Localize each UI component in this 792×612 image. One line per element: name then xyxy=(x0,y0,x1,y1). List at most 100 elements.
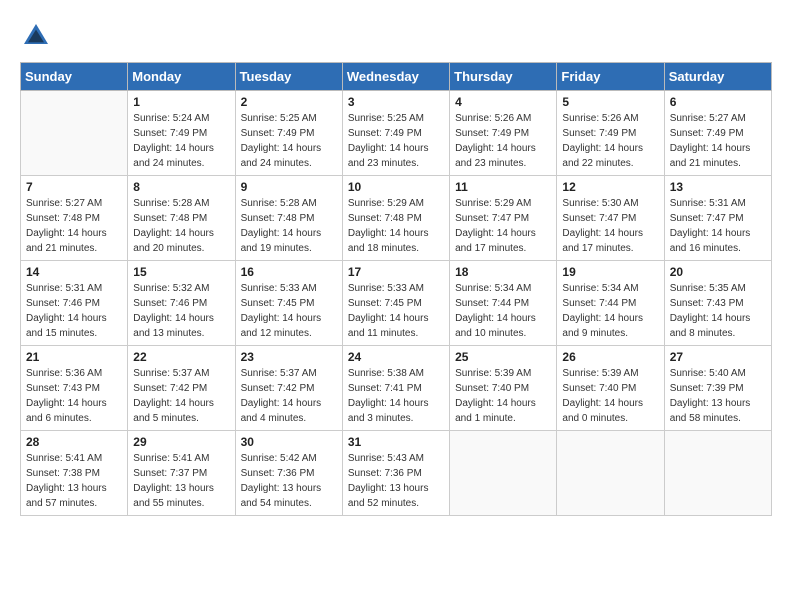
day-info: Sunrise: 5:32 AM Sunset: 7:46 PM Dayligh… xyxy=(133,281,229,341)
calendar-day-cell: 1 Sunrise: 5:24 AM Sunset: 7:49 PM Daylig… xyxy=(128,91,235,176)
day-number: 13 xyxy=(670,180,766,194)
calendar-day-cell xyxy=(557,431,664,516)
day-info: Sunrise: 5:29 AM Sunset: 7:48 PM Dayligh… xyxy=(348,196,444,256)
logo xyxy=(20,20,56,52)
calendar-day-cell: 12 Sunrise: 5:30 AM Sunset: 7:47 PM Dayli… xyxy=(557,176,664,261)
day-number: 27 xyxy=(670,350,766,364)
day-number: 19 xyxy=(562,265,658,279)
weekday-header-saturday: Saturday xyxy=(664,63,771,91)
calendar-day-cell: 9 Sunrise: 5:28 AM Sunset: 7:48 PM Daylig… xyxy=(235,176,342,261)
logo-icon xyxy=(20,20,52,52)
day-number: 22 xyxy=(133,350,229,364)
day-info: Sunrise: 5:39 AM Sunset: 7:40 PM Dayligh… xyxy=(562,366,658,426)
calendar-day-cell: 17 Sunrise: 5:33 AM Sunset: 7:45 PM Dayli… xyxy=(342,261,449,346)
day-info: Sunrise: 5:33 AM Sunset: 7:45 PM Dayligh… xyxy=(348,281,444,341)
day-number: 7 xyxy=(26,180,122,194)
day-info: Sunrise: 5:26 AM Sunset: 7:49 PM Dayligh… xyxy=(455,111,551,171)
calendar-day-cell: 16 Sunrise: 5:33 AM Sunset: 7:45 PM Dayli… xyxy=(235,261,342,346)
day-info: Sunrise: 5:31 AM Sunset: 7:46 PM Dayligh… xyxy=(26,281,122,341)
day-number: 23 xyxy=(241,350,337,364)
calendar-table: SundayMondayTuesdayWednesdayThursdayFrid… xyxy=(20,62,772,516)
day-info: Sunrise: 5:33 AM Sunset: 7:45 PM Dayligh… xyxy=(241,281,337,341)
calendar-day-cell: 30Sunrise: 5:42 AM Sunset: 7:36 PM Dayli… xyxy=(235,431,342,516)
day-number: 25 xyxy=(455,350,551,364)
day-number: 17 xyxy=(348,265,444,279)
calendar-day-cell: 14 Sunrise: 5:31 AM Sunset: 7:46 PM Dayli… xyxy=(21,261,128,346)
calendar-day-cell: 7 Sunrise: 5:27 AM Sunset: 7:48 PM Daylig… xyxy=(21,176,128,261)
day-number: 31 xyxy=(348,435,444,449)
calendar-day-cell: 3Sunrise: 5:25 AM Sunset: 7:49 PM Daylig… xyxy=(342,91,449,176)
page-header xyxy=(20,20,772,52)
day-info: Sunrise: 5:34 AM Sunset: 7:44 PM Dayligh… xyxy=(562,281,658,341)
calendar-day-cell: 25 Sunrise: 5:39 AM Sunset: 7:40 PM Dayli… xyxy=(450,346,557,431)
calendar-day-cell: 27 Sunrise: 5:40 AM Sunset: 7:39 PM Dayli… xyxy=(664,346,771,431)
day-info: Sunrise: 5:35 AM Sunset: 7:43 PM Dayligh… xyxy=(670,281,766,341)
calendar-day-cell: 24 Sunrise: 5:38 AM Sunset: 7:41 PM Dayli… xyxy=(342,346,449,431)
weekday-header-tuesday: Tuesday xyxy=(235,63,342,91)
calendar-week-4: 21Sunrise: 5:36 AM Sunset: 7:43 PM Dayli… xyxy=(21,346,772,431)
day-number: 15 xyxy=(133,265,229,279)
calendar-day-cell: 28 Sunrise: 5:41 AM Sunset: 7:38 PM Dayli… xyxy=(21,431,128,516)
day-info: Sunrise: 5:30 AM Sunset: 7:47 PM Dayligh… xyxy=(562,196,658,256)
weekday-header-friday: Friday xyxy=(557,63,664,91)
day-number: 12 xyxy=(562,180,658,194)
day-info: Sunrise: 5:28 AM Sunset: 7:48 PM Dayligh… xyxy=(133,196,229,256)
day-info: Sunrise: 5:26 AM Sunset: 7:49 PM Dayligh… xyxy=(562,111,658,171)
calendar-day-cell: 18 Sunrise: 5:34 AM Sunset: 7:44 PM Dayli… xyxy=(450,261,557,346)
calendar-header: SundayMondayTuesdayWednesdayThursdayFrid… xyxy=(21,63,772,91)
day-number: 28 xyxy=(26,435,122,449)
calendar-day-cell: 10 Sunrise: 5:29 AM Sunset: 7:48 PM Dayli… xyxy=(342,176,449,261)
calendar-day-cell: 15 Sunrise: 5:32 AM Sunset: 7:46 PM Dayli… xyxy=(128,261,235,346)
calendar-day-cell: 13 Sunrise: 5:31 AM Sunset: 7:47 PM Dayli… xyxy=(664,176,771,261)
calendar-week-2: 7 Sunrise: 5:27 AM Sunset: 7:48 PM Daylig… xyxy=(21,176,772,261)
calendar-week-5: 28 Sunrise: 5:41 AM Sunset: 7:38 PM Dayli… xyxy=(21,431,772,516)
day-info: Sunrise: 5:31 AM Sunset: 7:47 PM Dayligh… xyxy=(670,196,766,256)
calendar-day-cell: 20 Sunrise: 5:35 AM Sunset: 7:43 PM Dayli… xyxy=(664,261,771,346)
day-number: 14 xyxy=(26,265,122,279)
day-info: Sunrise: 5:38 AM Sunset: 7:41 PM Dayligh… xyxy=(348,366,444,426)
day-info: Sunrise: 5:27 AM Sunset: 7:48 PM Dayligh… xyxy=(26,196,122,256)
day-number: 3 xyxy=(348,95,444,109)
day-info: Sunrise: 5:41 AM Sunset: 7:38 PM Dayligh… xyxy=(26,451,122,511)
weekday-header-thursday: Thursday xyxy=(450,63,557,91)
calendar-day-cell xyxy=(450,431,557,516)
calendar-day-cell xyxy=(21,91,128,176)
day-info: Sunrise: 5:28 AM Sunset: 7:48 PM Dayligh… xyxy=(241,196,337,256)
day-number: 2 xyxy=(241,95,337,109)
day-number: 21 xyxy=(26,350,122,364)
day-number: 1 xyxy=(133,95,229,109)
calendar-day-cell: 6 Sunrise: 5:27 AM Sunset: 7:49 PM Daylig… xyxy=(664,91,771,176)
calendar-day-cell: 21Sunrise: 5:36 AM Sunset: 7:43 PM Dayli… xyxy=(21,346,128,431)
day-number: 9 xyxy=(241,180,337,194)
day-info: Sunrise: 5:27 AM Sunset: 7:49 PM Dayligh… xyxy=(670,111,766,171)
day-number: 6 xyxy=(670,95,766,109)
calendar-day-cell: 29Sunrise: 5:41 AM Sunset: 7:37 PM Dayli… xyxy=(128,431,235,516)
day-number: 8 xyxy=(133,180,229,194)
calendar-week-1: 1 Sunrise: 5:24 AM Sunset: 7:49 PM Daylig… xyxy=(21,91,772,176)
calendar-day-cell: 22Sunrise: 5:37 AM Sunset: 7:42 PM Dayli… xyxy=(128,346,235,431)
day-info: Sunrise: 5:40 AM Sunset: 7:39 PM Dayligh… xyxy=(670,366,766,426)
day-info: Sunrise: 5:34 AM Sunset: 7:44 PM Dayligh… xyxy=(455,281,551,341)
day-number: 10 xyxy=(348,180,444,194)
day-number: 29 xyxy=(133,435,229,449)
day-info: Sunrise: 5:24 AM Sunset: 7:49 PM Dayligh… xyxy=(133,111,229,171)
day-info: Sunrise: 5:42 AM Sunset: 7:36 PM Dayligh… xyxy=(241,451,337,511)
calendar-day-cell: 2Sunrise: 5:25 AM Sunset: 7:49 PM Daylig… xyxy=(235,91,342,176)
day-info: Sunrise: 5:39 AM Sunset: 7:40 PM Dayligh… xyxy=(455,366,551,426)
day-number: 20 xyxy=(670,265,766,279)
day-info: Sunrise: 5:29 AM Sunset: 7:47 PM Dayligh… xyxy=(455,196,551,256)
calendar-day-cell: 11Sunrise: 5:29 AM Sunset: 7:47 PM Dayli… xyxy=(450,176,557,261)
weekday-row: SundayMondayTuesdayWednesdayThursdayFrid… xyxy=(21,63,772,91)
calendar-day-cell: 19 Sunrise: 5:34 AM Sunset: 7:44 PM Dayli… xyxy=(557,261,664,346)
day-number: 4 xyxy=(455,95,551,109)
calendar-day-cell xyxy=(664,431,771,516)
day-number: 16 xyxy=(241,265,337,279)
day-number: 24 xyxy=(348,350,444,364)
calendar-body: 1 Sunrise: 5:24 AM Sunset: 7:49 PM Daylig… xyxy=(21,91,772,516)
day-number: 18 xyxy=(455,265,551,279)
calendar-day-cell: 31 Sunrise: 5:43 AM Sunset: 7:36 PM Dayli… xyxy=(342,431,449,516)
day-info: Sunrise: 5:43 AM Sunset: 7:36 PM Dayligh… xyxy=(348,451,444,511)
calendar-day-cell: 23Sunrise: 5:37 AM Sunset: 7:42 PM Dayli… xyxy=(235,346,342,431)
day-number: 26 xyxy=(562,350,658,364)
calendar-day-cell: 26 Sunrise: 5:39 AM Sunset: 7:40 PM Dayli… xyxy=(557,346,664,431)
